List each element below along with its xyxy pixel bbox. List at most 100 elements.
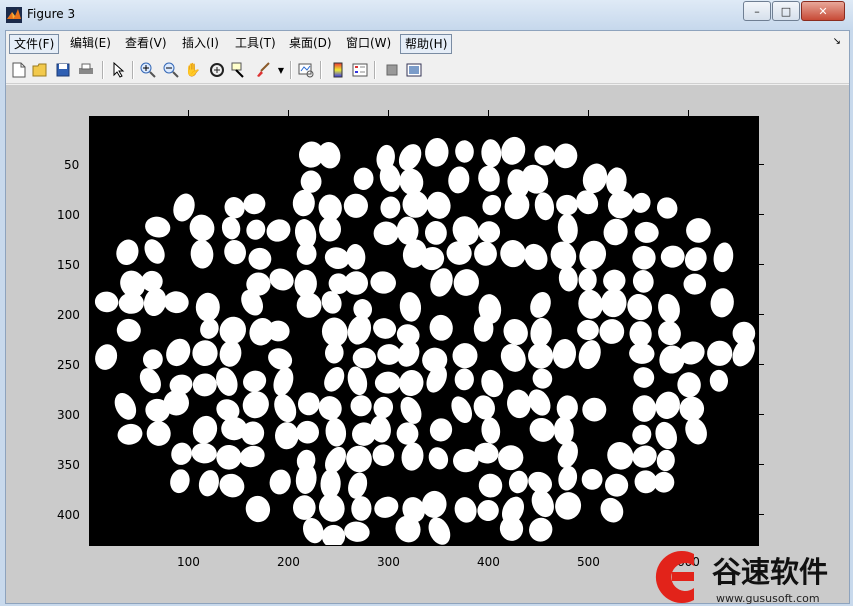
particle-blob: [577, 319, 599, 341]
menu-help[interactable]: 帮助(H): [400, 34, 453, 54]
particle-blob: [192, 373, 217, 397]
particle-blob: [243, 370, 267, 392]
minimize-button[interactable]: –: [743, 1, 771, 21]
particle-blob: [318, 141, 341, 169]
close-button[interactable]: ✕: [801, 1, 845, 21]
particle-blob: [396, 422, 419, 445]
particle-blob: [658, 320, 681, 346]
zoom-in-icon[interactable]: [139, 61, 157, 79]
particle-blob: [627, 294, 653, 321]
menu-insert[interactable]: 插入(I): [178, 34, 223, 52]
hide-plot-tools-icon[interactable]: [383, 61, 401, 79]
particle-blob: [429, 418, 453, 442]
pan-icon[interactable]: ✋: [184, 61, 202, 79]
legend-icon[interactable]: [351, 61, 369, 79]
particle-blob: [224, 197, 245, 219]
particle-blob: [94, 291, 119, 313]
print-icon[interactable]: [77, 61, 95, 79]
data-cursor-icon[interactable]: [230, 61, 248, 79]
particle-blob: [448, 166, 470, 194]
menu-tools[interactable]: 工具(T): [231, 34, 280, 52]
particle-blob: [710, 288, 734, 318]
particle-blob: [346, 244, 366, 270]
particle-blob: [373, 396, 394, 419]
particle-blob: [531, 489, 554, 518]
open-file-icon[interactable]: [31, 61, 49, 79]
rotate-3d-icon[interactable]: [208, 61, 226, 79]
watermark-brand: 谷速软件: [712, 555, 828, 589]
particle-blob: [534, 145, 555, 166]
edit-plot-icon[interactable]: [110, 61, 128, 79]
particle-blob: [139, 368, 161, 394]
particle-blob: [347, 366, 368, 396]
show-plot-tools-icon[interactable]: [405, 61, 423, 79]
particle-blob: [481, 369, 504, 398]
x-tick-label: 400: [477, 555, 500, 569]
particle-blob: [245, 495, 271, 523]
particle-blob: [95, 344, 118, 370]
particle-blob: [451, 396, 473, 423]
particle-blob: [653, 471, 675, 493]
menu-file[interactable]: 文件(F): [9, 34, 60, 54]
particle-blob: [429, 314, 453, 341]
particle-blob: [221, 216, 241, 240]
y-tick-label: 250: [57, 358, 80, 372]
particle-blob: [524, 243, 548, 270]
particle-blob: [373, 221, 399, 246]
y-tick-label: 350: [57, 458, 80, 472]
particle-blob: [683, 273, 707, 295]
particle-blob: [192, 415, 218, 444]
particle-blob: [631, 192, 651, 213]
particle-blob: [557, 213, 578, 244]
particle-blob: [633, 367, 655, 388]
particle-blob: [632, 445, 657, 468]
particle-blob: [555, 492, 582, 520]
particle-blob: [292, 189, 315, 217]
brush-icon[interactable]: [254, 61, 272, 79]
particle-blob: [557, 440, 578, 469]
particle-blob: [274, 422, 299, 450]
brush-dropdown-icon[interactable]: ▼: [272, 61, 290, 79]
particle-blob: [599, 319, 625, 344]
y-tick-label: 200: [57, 308, 80, 322]
y-tick-label: 100: [57, 208, 80, 222]
particle-blob: [507, 389, 531, 419]
particle-blob: [499, 516, 524, 541]
menu-edit[interactable]: 编辑(E): [66, 34, 115, 52]
x-tick-label: 200: [277, 555, 300, 569]
menu-window[interactable]: 窗口(W): [342, 34, 395, 52]
particle-blob: [558, 266, 578, 292]
link-plot-icon[interactable]: [297, 61, 315, 79]
menu-view[interactable]: 查看(V): [121, 34, 171, 52]
y-tick-label: 150: [57, 258, 80, 272]
particle-blob: [269, 268, 294, 291]
binary-image-axes[interactable]: [89, 116, 759, 546]
particle-blob: [709, 369, 729, 392]
new-figure-icon[interactable]: [10, 61, 28, 79]
particle-blob: [377, 344, 401, 365]
zoom-out-icon[interactable]: [162, 61, 180, 79]
menu-desktop[interactable]: 桌面(D): [285, 34, 336, 52]
colorbar-icon[interactable]: [329, 61, 347, 79]
particle-blob: [142, 349, 163, 370]
particle-blob: [374, 496, 399, 518]
particle-blob: [477, 499, 499, 522]
maximize-button[interactable]: □: [772, 1, 800, 21]
particle-blob: [552, 339, 577, 369]
particle-blob: [380, 196, 401, 219]
particle-blob: [481, 417, 501, 444]
save-icon[interactable]: [54, 61, 72, 79]
particle-blob: [118, 292, 144, 314]
particle-blob: [191, 442, 217, 464]
particle-blob: [578, 268, 597, 291]
particle-blob: [553, 143, 578, 169]
particle-blob: [145, 216, 171, 238]
particle-blob: [454, 497, 477, 523]
menu-overflow-icon[interactable]: ↘: [833, 36, 841, 47]
particle-blob: [424, 221, 447, 245]
particle-blob: [219, 340, 242, 367]
gususoft-watermark: 谷速软件 www.gususoft.com: [655, 551, 828, 605]
particle-blob: [318, 216, 342, 242]
particle-blob: [269, 469, 291, 495]
particle-blob: [296, 243, 317, 265]
